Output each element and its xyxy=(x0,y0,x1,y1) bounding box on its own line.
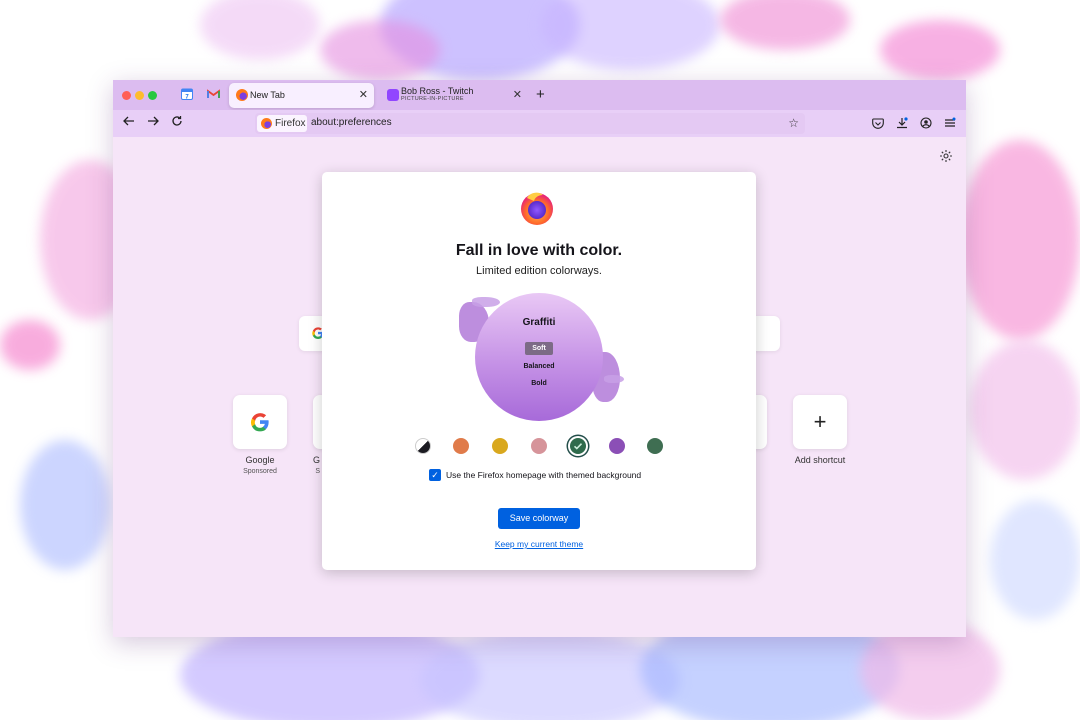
colorway-name: Graffiti xyxy=(522,317,556,328)
reload-icon xyxy=(172,116,182,126)
tab-strip: 7 New Tab ✕ Bob Ross - Twitch PICTURE-IN… xyxy=(113,80,966,110)
shortcut-sponsored-label: S xyxy=(315,468,320,475)
gear-icon[interactable] xyxy=(939,149,953,163)
twitch-icon xyxy=(387,89,399,101)
gmail-icon[interactable] xyxy=(205,86,221,102)
checkmark-icon xyxy=(573,443,583,450)
close-tab-icon[interactable]: ✕ xyxy=(513,88,522,101)
shortcut-label: G xyxy=(312,455,320,465)
swatch-pink[interactable] xyxy=(531,438,547,454)
close-window-button[interactable] xyxy=(122,91,131,100)
downloads-icon[interactable] xyxy=(895,116,909,130)
arrow-right-icon xyxy=(148,116,159,126)
keep-current-theme-link[interactable]: Keep my current theme xyxy=(322,539,756,549)
minimize-window-button[interactable] xyxy=(135,91,144,100)
reload-button[interactable] xyxy=(169,115,185,130)
bookmark-star-icon[interactable]: ☆ xyxy=(788,116,799,130)
add-shortcut-button[interactable]: + xyxy=(793,395,847,449)
plus-icon: + xyxy=(813,409,827,434)
browser-window: 7 New Tab ✕ Bob Ross - Twitch PICTURE-IN… xyxy=(113,80,966,637)
zoom-window-button[interactable] xyxy=(148,91,157,100)
google-icon xyxy=(251,413,269,432)
tab-new-tab[interactable]: New Tab ✕ xyxy=(229,83,374,108)
colorway-preview: Graffiti Soft Balanced Bold xyxy=(475,293,603,421)
new-tab-page: Google Sponsored G S + Add shortcut Fall… xyxy=(113,137,966,637)
close-tab-icon[interactable]: ✕ xyxy=(359,88,368,101)
back-button[interactable] xyxy=(121,115,137,130)
firefox-icon xyxy=(236,89,248,101)
swatch-forest[interactable] xyxy=(647,438,663,454)
swatch-gold[interactable] xyxy=(492,438,508,454)
forward-button[interactable] xyxy=(145,115,161,130)
intensity-option-soft[interactable]: Soft xyxy=(475,342,603,355)
account-icon[interactable] xyxy=(919,116,933,130)
intensity-option-bold[interactable]: Bold xyxy=(475,380,603,387)
shortcut-google[interactable] xyxy=(233,395,287,449)
nav-toolbar: Firefox about:preferences ☆ xyxy=(113,110,966,137)
identity-label: Firefox xyxy=(275,118,306,129)
tab-bob-ross-twitch[interactable]: Bob Ross - Twitch PICTURE-IN-PICTURE ✕ xyxy=(380,83,528,108)
tab-title: New Tab xyxy=(250,90,285,100)
url-bar[interactable]: Firefox about:preferences ☆ xyxy=(255,113,805,134)
calendar-icon[interactable]: 7 xyxy=(179,86,195,102)
swatch-default[interactable] xyxy=(415,438,431,454)
url-text[interactable]: about:preferences xyxy=(311,117,392,128)
tab-title: Bob Ross - Twitch xyxy=(401,86,474,96)
themed-homepage-label: Use the Firefox homepage with themed bac… xyxy=(446,470,642,480)
swatch-green-selected[interactable] xyxy=(570,438,586,454)
save-colorway-button[interactable]: Save colorway xyxy=(498,508,580,529)
modal-title: Fall in love with color. xyxy=(455,242,623,259)
tab-subtitle: PICTURE-IN-PICTURE xyxy=(401,96,464,102)
intensity-option-balanced[interactable]: Balanced xyxy=(475,363,603,370)
firefox-icon xyxy=(261,118,272,129)
app-menu-icon[interactable] xyxy=(943,116,957,130)
swatch-purple[interactable] xyxy=(609,438,625,454)
new-tab-button[interactable]: + xyxy=(536,86,545,103)
modal-subtitle: Limited edition colorways. xyxy=(476,265,602,277)
arrow-left-icon xyxy=(123,116,134,126)
shortcut-label: Add shortcut xyxy=(794,455,846,465)
colorway-modal: Fall in love with color. Limited edition… xyxy=(322,172,756,570)
identity-box[interactable]: Firefox xyxy=(257,115,307,132)
swatch-orange[interactable] xyxy=(453,438,469,454)
firefox-logo xyxy=(521,192,553,225)
pocket-icon[interactable] xyxy=(871,116,885,130)
themed-homepage-checkbox[interactable]: ✓ xyxy=(429,469,441,481)
